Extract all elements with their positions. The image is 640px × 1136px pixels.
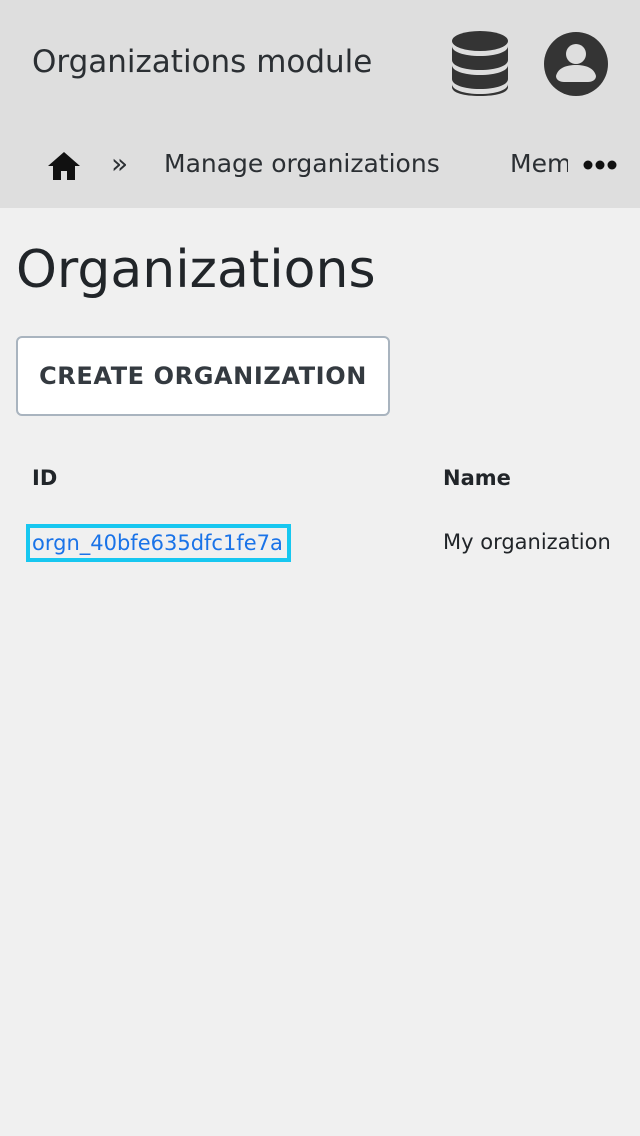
user-account-icon: [544, 32, 608, 96]
column-header-id: ID: [32, 466, 58, 490]
app-header: Organizations module » Manage organizati…: [0, 0, 640, 208]
page-title: Organizations: [16, 240, 376, 300]
breadcrumb: » Manage organizations Mem: [0, 128, 640, 200]
user-account-button[interactable]: [542, 30, 610, 98]
home-icon[interactable]: [46, 148, 82, 184]
app-title: Organizations module: [32, 44, 373, 80]
database-icon: [452, 31, 508, 96]
breadcrumb-item-manage-organizations[interactable]: Manage organizations: [164, 148, 440, 180]
create-organization-button[interactable]: CREATE ORGANIZATION: [16, 336, 390, 416]
column-header-name: Name: [443, 466, 511, 490]
more-button[interactable]: [578, 150, 622, 180]
breadcrumb-item-members[interactable]: Mem: [510, 148, 568, 180]
organization-id-link[interactable]: orgn_40bfe635dfc1fe7a: [26, 524, 291, 562]
breadcrumb-separator: »: [111, 147, 129, 180]
database-button[interactable]: [446, 28, 514, 100]
more-horizontal-icon: [583, 160, 617, 170]
organization-name: My organization: [443, 530, 611, 554]
